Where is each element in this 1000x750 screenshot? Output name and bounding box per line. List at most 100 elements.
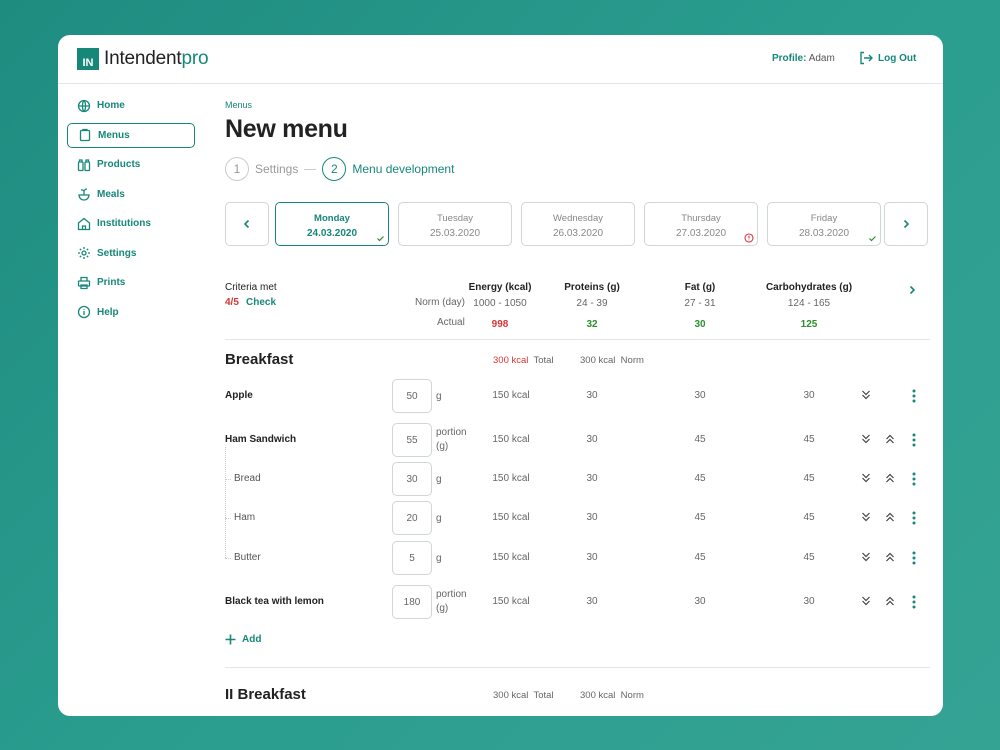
more-vertical-icon[interactable] [911, 511, 917, 525]
meal-item-row: Apple 50 g 150 kcal 30 30 30 [225, 379, 930, 413]
logo[interactable]: IN Intendentpro [77, 48, 209, 70]
day-tab-monday[interactable]: Monday 24.03.2020 [275, 202, 389, 246]
sidebar-item-label: Products [97, 159, 141, 170]
sidebar-item-institutions[interactable]: Institutions [67, 211, 195, 236]
value-carbs: 30 [803, 596, 815, 607]
day-name: Thursday [681, 213, 721, 224]
brand-suffix: pro [181, 48, 209, 69]
next-day-button[interactable] [884, 202, 928, 246]
section-norm: 300 kcal Norm [580, 355, 644, 366]
chevron-double-down-icon[interactable] [861, 595, 871, 607]
sidebar-item-menus[interactable]: Menus [67, 122, 195, 148]
printer-icon [77, 276, 91, 289]
more-vertical-icon[interactable] [911, 433, 917, 447]
day-tab-tuesday[interactable]: Tuesday 25.03.2020 [398, 202, 512, 246]
sidebar-item-prints[interactable]: Prints [67, 270, 195, 295]
day-tab-friday[interactable]: Friday 28.03.2020 [767, 202, 881, 246]
nutrient-header: Fat (g) [684, 282, 716, 293]
clipboard-icon [79, 128, 91, 142]
chevron-double-down-icon[interactable] [861, 551, 871, 563]
nutrient-actual: 30 [694, 319, 706, 330]
day-name: Tuesday [436, 213, 474, 224]
plus-icon [225, 634, 236, 645]
sidebar-item-products[interactable]: Products [67, 152, 195, 177]
warning-icon [744, 233, 754, 243]
quantity-input[interactable]: 180 [392, 585, 432, 619]
ingredient-row: Ham 20 g 150 kcal 30 45 45 [225, 501, 930, 535]
chevron-double-up-icon[interactable] [885, 551, 895, 563]
total-kcal: 300 kcal [493, 690, 529, 701]
value-carbs: 45 [803, 434, 815, 445]
unit-label: g [436, 553, 442, 564]
more-vertical-icon[interactable] [911, 389, 917, 403]
sidebar-item-label: Help [97, 306, 119, 318]
more-vertical-icon[interactable] [911, 551, 917, 565]
sidebar-item-home[interactable]: Home [67, 93, 195, 118]
sidebar-item-meals[interactable]: Meals [67, 182, 195, 207]
chevron-double-down-icon[interactable] [861, 389, 871, 401]
unit-label: g [436, 391, 442, 402]
sidebar-item-label: Meals [97, 188, 125, 200]
sidebar-item-settings[interactable]: Settings [67, 241, 195, 266]
second-breakfast-header: II Breakfast 300 kcal Total 300 kcal Nor… [225, 686, 930, 706]
value-carbs: 45 [803, 512, 815, 523]
more-vertical-icon[interactable] [911, 595, 917, 609]
value-kcal: 150 kcal [492, 596, 530, 607]
value-proteins: 30 [586, 596, 598, 607]
quantity-input[interactable]: 55 [392, 423, 432, 457]
value-kcal: 150 kcal [492, 512, 530, 523]
nutrient-column: Energy (kcal) 1000 - 1050 998 [455, 282, 545, 330]
chevron-double-down-icon[interactable] [861, 472, 871, 484]
step-label[interactable]: Settings [255, 162, 298, 176]
chevron-double-up-icon[interactable] [885, 595, 895, 607]
check-link[interactable]: Check [246, 297, 276, 308]
tree-tick [225, 479, 231, 480]
sidebar-item-label: Institutions [97, 218, 151, 229]
chevron-right-icon [909, 285, 916, 295]
section-total: 300 kcal Total [493, 690, 554, 701]
item-name: Ham [234, 512, 256, 523]
item-name: Apple [225, 390, 253, 401]
more-vertical-icon[interactable] [911, 472, 917, 486]
section-title: II Breakfast [225, 686, 306, 703]
chevron-double-down-icon[interactable] [861, 433, 871, 445]
stepper: 1 Settings 2 Menu development [225, 157, 454, 181]
day-tab-wednesday[interactable]: Wednesday 26.03.2020 [521, 202, 635, 246]
criteria-title: Criteria met [225, 282, 277, 293]
ingredient-row: Butter 5 g 150 kcal 30 45 45 [225, 541, 930, 575]
breadcrumb[interactable]: Menus [225, 100, 252, 110]
day-tab-thursday[interactable]: Thursday 27.03.2020 [644, 202, 758, 246]
step-number[interactable]: 2 [322, 157, 347, 181]
criteria-next-button[interactable] [907, 282, 917, 300]
section-title: Breakfast [225, 351, 294, 368]
add-item-button[interactable]: Add [225, 634, 261, 645]
gear-icon [78, 247, 90, 259]
chevron-double-up-icon[interactable] [885, 472, 895, 484]
norm-label: Norm [620, 355, 644, 366]
item-name: Black tea with lemon [225, 596, 324, 607]
prev-day-button[interactable] [225, 202, 269, 246]
chevron-double-up-icon[interactable] [885, 433, 895, 445]
sidebar-item-help[interactable]: Help [67, 300, 195, 325]
nutrient-actual: 32 [586, 319, 598, 330]
building-icon [77, 217, 91, 230]
quantity-input[interactable]: 30 [392, 462, 432, 496]
quantity-input[interactable]: 20 [392, 501, 432, 535]
value-proteins: 30 [586, 552, 598, 563]
item-name: Butter [234, 552, 261, 563]
nutrient-actual: 998 [491, 319, 509, 330]
meal-item-row: Black tea with lemon 180 portion (g) 150 kc… [225, 585, 930, 619]
quantity-input[interactable]: 50 [392, 379, 432, 413]
step-label[interactable]: Menu development [352, 162, 454, 176]
value-fat: 45 [694, 512, 706, 523]
tree-tick [225, 518, 231, 519]
day-name: Friday [810, 213, 838, 224]
chevron-double-up-icon[interactable] [885, 511, 895, 523]
quantity-input[interactable]: 5 [392, 541, 432, 575]
step-number[interactable]: 1 [225, 157, 249, 181]
unit-label: g [436, 513, 442, 524]
criteria-panel: Criteria met 4/5 Check Norm (day) Actual… [225, 282, 930, 340]
value-fat: 45 [694, 473, 706, 484]
check-icon [869, 236, 876, 242]
chevron-double-down-icon[interactable] [861, 511, 871, 523]
